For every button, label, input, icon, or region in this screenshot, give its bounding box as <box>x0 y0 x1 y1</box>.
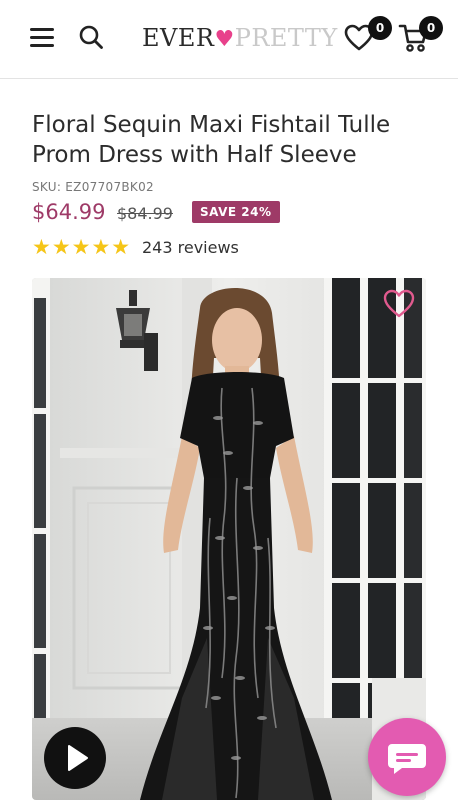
product-photo-illustration <box>32 278 426 800</box>
reviews-link[interactable]: 243 reviews <box>142 237 239 259</box>
wishlist-heart-icon[interactable] <box>383 289 415 319</box>
price-row: $64.99 $84.99 SAVE 24% <box>32 200 432 228</box>
live-chat-button[interactable] <box>368 718 446 796</box>
brand-logo[interactable]: EVER♥PRETTY <box>142 22 337 54</box>
product-sku: SKU: EZ07707BK02 <box>32 180 154 194</box>
star-rating-icon: ★★★★★ <box>32 235 132 259</box>
menu-icon[interactable] <box>30 28 54 48</box>
site-header: EVER♥PRETTY 0 0 <box>0 0 458 79</box>
play-icon <box>68 745 88 771</box>
chat-icon <box>388 744 426 774</box>
play-video-button[interactable] <box>44 727 106 789</box>
product-image[interactable] <box>32 278 426 800</box>
wishlist-count-badge: 0 <box>368 16 392 40</box>
compare-price: $84.99 <box>117 204 173 223</box>
search-icon[interactable] <box>78 24 104 50</box>
rating-row: ★★★★★ 243 reviews <box>32 236 432 260</box>
sale-price: $64.99 <box>32 200 106 224</box>
product-title: Floral Sequin Maxi Fishtail Tulle Prom D… <box>32 112 391 168</box>
cart-count-badge: 0 <box>419 16 443 40</box>
save-badge: SAVE 24% <box>192 201 280 223</box>
